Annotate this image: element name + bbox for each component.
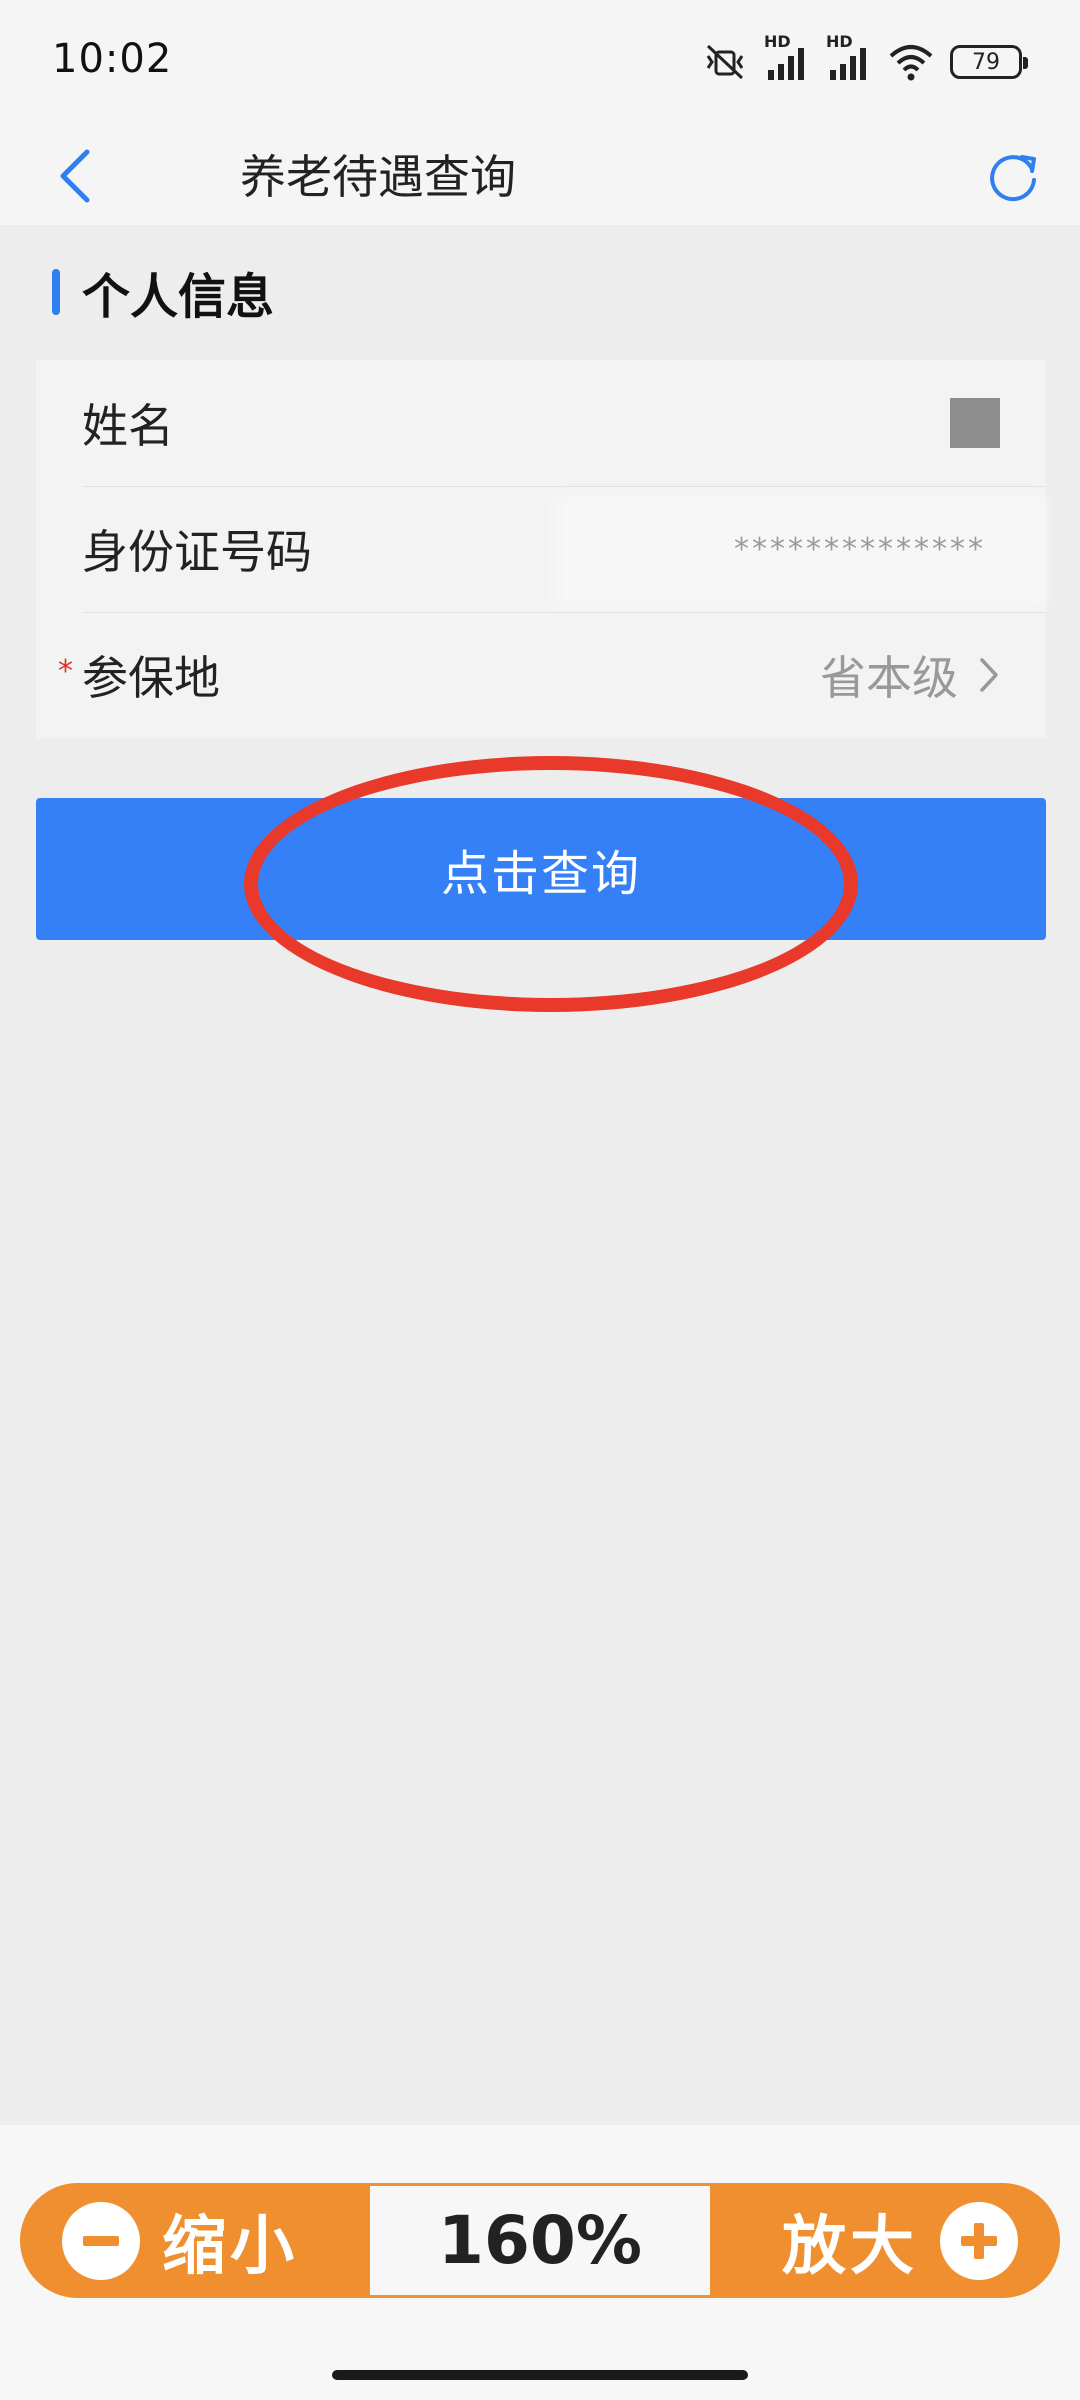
- section-accent-bar: [52, 269, 60, 315]
- redacted-name-block: [950, 398, 1000, 448]
- query-button[interactable]: 点击查询: [36, 798, 1046, 940]
- id-number-label: 身份证号码: [82, 525, 312, 579]
- section-header: 个人信息: [52, 262, 274, 325]
- battery-icon: 79: [950, 45, 1028, 79]
- status-bar: 10:02 HD HD 79: [0, 0, 1080, 130]
- zoom-out-button[interactable]: 缩小: [20, 2183, 370, 2298]
- signal-hd-tag: HD: [764, 32, 791, 51]
- zoom-in-label: 放大: [782, 2209, 918, 2284]
- form-row-insured-region[interactable]: * 参保地 省本级: [36, 612, 1046, 738]
- personal-info-form: 姓名 身份证号码 ************** * 参保地 省本级: [36, 360, 1046, 738]
- zoom-in-button[interactable]: 放大: [710, 2183, 1060, 2298]
- id-number-value: **************: [734, 531, 986, 567]
- name-label: 姓名: [82, 399, 174, 453]
- status-icons: HD HD 79: [702, 32, 1028, 84]
- mute-vibrate-icon: [702, 42, 748, 82]
- status-time: 10:02: [52, 36, 173, 82]
- back-button[interactable]: [30, 130, 120, 225]
- required-mark: *: [58, 654, 73, 689]
- chevron-left-icon: [57, 148, 93, 208]
- zoom-out-label: 缩小: [162, 2209, 298, 2284]
- zoom-control: 缩小 160% 放大: [20, 2183, 1060, 2298]
- insured-region-value: 省本级: [820, 651, 958, 705]
- plus-icon: [940, 2201, 1018, 2280]
- form-row-name[interactable]: 姓名: [36, 360, 1046, 486]
- page-title: 养老待遇查询: [240, 150, 516, 204]
- home-indicator[interactable]: [332, 2370, 748, 2380]
- refresh-button[interactable]: [968, 130, 1058, 225]
- wifi-icon: [888, 42, 934, 82]
- chevron-right-icon: [978, 656, 1000, 698]
- signal-icon: HD: [826, 32, 872, 82]
- minus-icon: [62, 2201, 140, 2280]
- insured-region-label: 参保地: [82, 651, 220, 705]
- refresh-icon: [984, 147, 1042, 209]
- section-title: 个人信息: [82, 269, 275, 325]
- nav-bar: 养老待遇查询: [0, 130, 1080, 225]
- form-row-id-number[interactable]: 身份证号码 **************: [36, 486, 1046, 612]
- signal-hd-tag: HD: [826, 32, 853, 51]
- zoom-level: 160%: [370, 2186, 710, 2295]
- signal-icon: HD: [764, 32, 810, 82]
